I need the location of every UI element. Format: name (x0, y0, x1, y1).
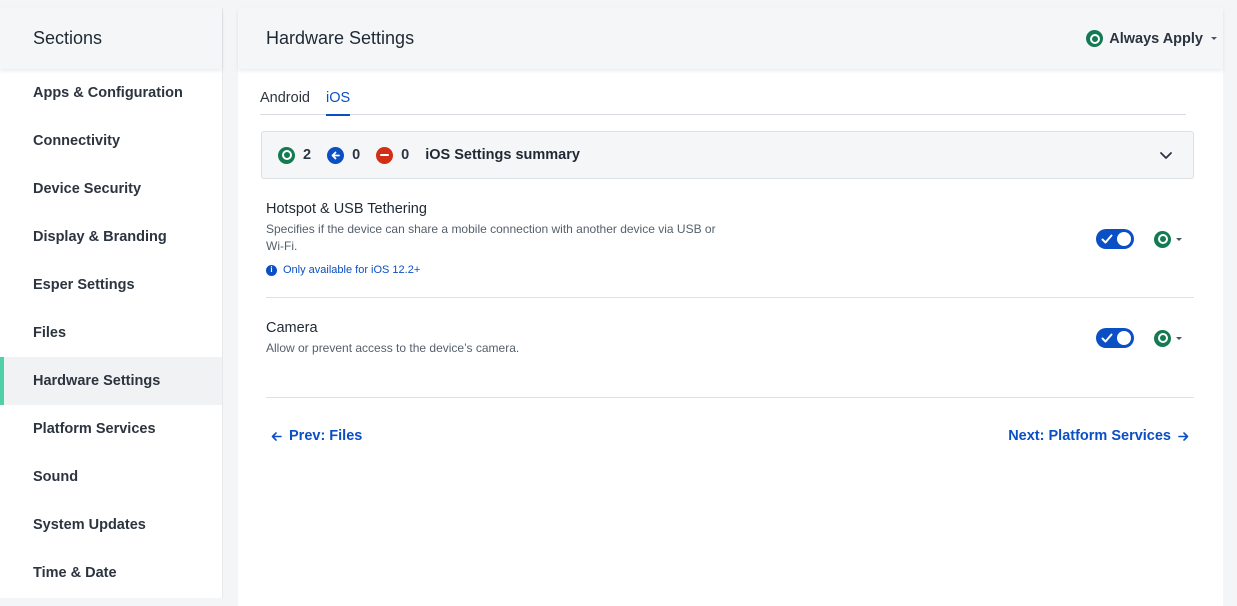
setting-controls (1096, 328, 1182, 348)
page-title: Hardware Settings (266, 28, 415, 48)
hotspot-apply-dropdown[interactable] (1154, 230, 1182, 248)
always-apply-dropdown[interactable]: Always Apply (1086, 30, 1217, 47)
availability-note: i Only available for iOS 12.2+ (266, 264, 1194, 276)
arrow-left-icon (271, 431, 282, 441)
setting-description: Specifies if the device can share a mobi… (266, 222, 716, 253)
setting-hotspot-usb-tethering: Hotspot & USB Tethering Specifies if the… (266, 201, 1194, 276)
always-apply-icon (1154, 329, 1171, 347)
divider (266, 397, 1194, 398)
sidebar-item-esper-settings[interactable]: Esper Settings (0, 261, 222, 309)
setting-title: Camera (266, 320, 318, 336)
inherit-count-stat: 0 (327, 146, 361, 164)
sidebar-item-hardware-settings[interactable]: Hardware Settings (0, 357, 222, 405)
setting-description: Allow or prevent access to the device’s … (266, 341, 520, 355)
arrow-left-icon (327, 146, 345, 164)
tab-android[interactable]: Android (260, 88, 310, 115)
availability-note-text: Only available for iOS 12.2+ (283, 264, 421, 276)
divider (266, 297, 1194, 298)
setting-title: Hotspot & USB Tethering (266, 201, 427, 217)
minus-circle-icon (376, 146, 394, 164)
check-icon (1101, 333, 1113, 343)
sections-sidebar: Sections Apps & Configuration Connectivi… (0, 8, 223, 598)
toggle-knob (1117, 331, 1131, 345)
disabled-count-stat: 0 (376, 146, 410, 164)
prev-section-label: Prev: Files (289, 428, 363, 444)
main-header: Hardware Settings Always Apply (238, 8, 1223, 69)
camera-toggle[interactable] (1096, 328, 1134, 348)
always-apply-icon (1154, 230, 1171, 248)
sidebar-header: Sections (0, 8, 222, 69)
hotspot-toggle[interactable] (1096, 229, 1134, 249)
sidebar-item-device-security[interactable]: Device Security (0, 165, 222, 213)
sidebar-item-connectivity[interactable]: Connectivity (0, 117, 222, 165)
always-apply-label: Always Apply (1109, 30, 1203, 47)
sidebar-item-platform-services[interactable]: Platform Services (0, 405, 222, 453)
info-icon: i (266, 264, 277, 276)
sidebar-item-apps-configuration[interactable]: Apps & Configuration (0, 69, 222, 117)
toggle-knob (1117, 232, 1131, 246)
tab-ios[interactable]: iOS (325, 88, 351, 116)
next-section-label: Next: Platform Services (1008, 428, 1171, 444)
caret-down-icon (1176, 336, 1182, 340)
caret-down-icon (1176, 237, 1182, 241)
disabled-count: 0 (401, 147, 410, 163)
platform-tabs: Android iOS (260, 88, 1186, 116)
sidebar-title: Sections (33, 28, 103, 48)
check-icon (1101, 234, 1113, 244)
sidebar-item-display-branding[interactable]: Display & Branding (0, 213, 222, 261)
next-section-link[interactable]: Next: Platform Services (1008, 428, 1189, 444)
always-apply-icon (278, 146, 295, 164)
main-panel: Hardware Settings Always Apply Android i… (238, 8, 1223, 606)
camera-apply-dropdown[interactable] (1154, 329, 1182, 347)
arrow-right-icon (1178, 431, 1189, 441)
sidebar-item-sound[interactable]: Sound (0, 453, 222, 501)
apply-count-stat: 2 (278, 146, 312, 164)
always-apply-icon (1086, 30, 1104, 47)
apply-count: 2 (303, 147, 312, 163)
setting-controls (1096, 229, 1182, 249)
inherit-count: 0 (352, 147, 361, 163)
settings-summary-bar[interactable]: 2 0 0 iOS Settings summary (261, 131, 1194, 179)
caret-down-icon (1211, 37, 1217, 40)
sidebar-item-files[interactable]: Files (0, 309, 222, 357)
prev-section-link[interactable]: Prev: Files (271, 428, 362, 444)
setting-camera: Camera Allow or prevent access to the de… (266, 320, 1194, 357)
sidebar-list: Apps & Configuration Connectivity Device… (0, 69, 222, 597)
summary-title: iOS Settings summary (425, 147, 580, 163)
sidebar-item-time-date[interactable]: Time & Date (0, 549, 222, 597)
sidebar-item-system-updates[interactable]: System Updates (0, 501, 222, 549)
chevron-down-icon[interactable] (1159, 148, 1173, 162)
